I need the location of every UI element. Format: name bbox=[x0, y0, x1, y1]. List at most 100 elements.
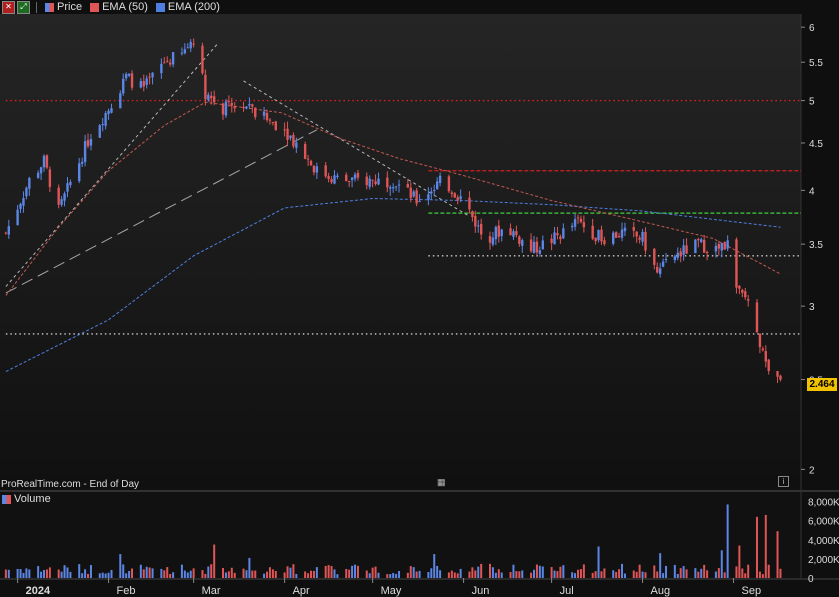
volume-bar bbox=[37, 566, 40, 578]
candle-body bbox=[556, 233, 559, 236]
candle-body bbox=[265, 112, 269, 120]
legend-price[interactable]: Price bbox=[57, 1, 82, 13]
candle-body bbox=[186, 47, 189, 49]
volume-bar bbox=[415, 571, 418, 578]
candle-body bbox=[459, 196, 462, 200]
volume-bar bbox=[98, 573, 101, 578]
price-chart[interactable]: 65.554.543.532.528,000K6,000K4,000K2,000… bbox=[0, 0, 839, 597]
volume-bar bbox=[374, 566, 377, 578]
volume-bar bbox=[697, 571, 700, 578]
calendar-icon[interactable]: ▦ bbox=[437, 477, 446, 488]
candle-body bbox=[412, 191, 415, 197]
volume-bar bbox=[571, 572, 574, 578]
candle-body bbox=[697, 239, 700, 241]
candle-body bbox=[107, 110, 110, 115]
candle-body bbox=[251, 104, 254, 107]
volume-bar bbox=[468, 571, 471, 578]
legend-ema50[interactable]: EMA (50) bbox=[102, 1, 148, 13]
candle-body bbox=[145, 78, 148, 85]
candle-body bbox=[435, 181, 439, 190]
candle-body bbox=[512, 231, 515, 237]
volume-bar bbox=[755, 516, 758, 578]
candle-body bbox=[63, 193, 66, 201]
volume-bar bbox=[87, 573, 90, 578]
y-tick-label: 4.5 bbox=[809, 139, 823, 150]
volume-bar bbox=[19, 569, 22, 578]
candle-body bbox=[620, 229, 624, 238]
candle-body bbox=[515, 231, 518, 235]
candle-body bbox=[368, 178, 371, 187]
candle-body bbox=[638, 237, 641, 240]
volume-bar bbox=[78, 564, 81, 578]
candle-body bbox=[500, 229, 503, 237]
candle-body bbox=[28, 178, 31, 189]
volume-bar bbox=[632, 570, 635, 578]
expand-icon[interactable]: ⤢ bbox=[17, 0, 30, 14]
volume-bar bbox=[186, 572, 189, 578]
candle-body bbox=[327, 175, 330, 180]
volume-bar bbox=[500, 572, 503, 578]
candle-body bbox=[110, 108, 113, 113]
candle-body bbox=[151, 72, 154, 78]
volume-bar bbox=[577, 569, 580, 578]
candle-body bbox=[738, 285, 741, 289]
candle-body bbox=[705, 252, 709, 254]
volume-bar bbox=[371, 567, 374, 578]
y-tick-label: 4 bbox=[809, 186, 815, 197]
candle-body bbox=[130, 73, 134, 88]
candle-body bbox=[19, 203, 22, 209]
candle-body bbox=[180, 52, 184, 54]
candle-body bbox=[16, 209, 19, 226]
candle-body bbox=[245, 106, 248, 109]
volume-bar bbox=[591, 572, 594, 578]
candle-body bbox=[163, 62, 166, 64]
candle-body bbox=[635, 231, 638, 237]
volume-tick-label: 4,000K bbox=[808, 536, 839, 547]
info-icon[interactable]: i bbox=[778, 476, 789, 487]
x-tick-label: Jul bbox=[560, 585, 574, 597]
close-icon[interactable]: ✕ bbox=[2, 0, 15, 14]
volume-bar bbox=[63, 565, 66, 578]
volume-bar bbox=[726, 504, 729, 578]
ema50-swatch bbox=[90, 2, 100, 12]
candle-body bbox=[127, 73, 131, 76]
candle-body bbox=[415, 190, 418, 204]
candle-body bbox=[207, 94, 210, 101]
volume-bar bbox=[714, 571, 717, 578]
candle-body bbox=[755, 302, 759, 333]
candle-body bbox=[333, 175, 336, 184]
volume-bar bbox=[744, 573, 747, 578]
candle-body bbox=[309, 160, 313, 166]
volume-tick-label: 6,000K bbox=[808, 517, 839, 528]
candle-body bbox=[347, 180, 351, 182]
volume-bar bbox=[603, 568, 606, 578]
volume-bar bbox=[315, 567, 318, 578]
candle-body bbox=[723, 242, 726, 250]
volume-bar bbox=[386, 574, 389, 578]
volume-bar bbox=[324, 565, 327, 578]
candle-body bbox=[227, 101, 231, 103]
candle-body bbox=[741, 289, 744, 293]
volume-bar bbox=[638, 564, 641, 578]
legend-ema200[interactable]: EMA (200) bbox=[168, 1, 220, 13]
candle-body bbox=[286, 128, 289, 140]
volume-bar bbox=[550, 567, 553, 578]
y-tick-label: 2 bbox=[809, 465, 815, 476]
candle-body bbox=[491, 237, 495, 245]
volume-bar bbox=[459, 568, 462, 578]
candle-body bbox=[538, 250, 542, 254]
candle-body bbox=[353, 174, 357, 179]
volume-bar bbox=[131, 568, 134, 578]
volume-label[interactable]: Volume bbox=[14, 493, 51, 505]
volume-bar bbox=[307, 573, 310, 578]
volume-bar bbox=[662, 573, 665, 578]
candle-body bbox=[438, 175, 442, 184]
candle-body bbox=[767, 359, 770, 371]
x-tick-label: Aug bbox=[651, 585, 671, 597]
candle-body bbox=[726, 240, 729, 249]
volume-swatch bbox=[2, 494, 11, 504]
volume-bar bbox=[22, 572, 25, 578]
candle-body bbox=[720, 243, 723, 251]
volume-bar bbox=[515, 571, 518, 578]
volume-bar bbox=[409, 566, 412, 578]
